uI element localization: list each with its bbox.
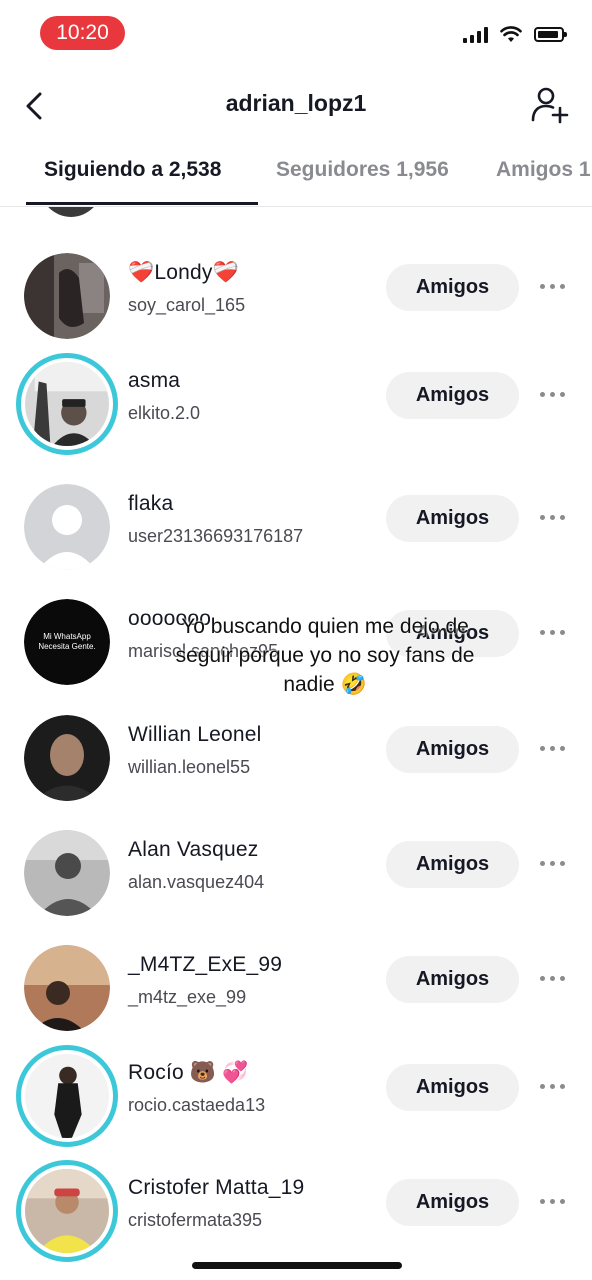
list-item[interactable]: asma elkito.2.0 Amigos	[0, 353, 592, 468]
tab-bar: Siguiendo a 2,538 Seguidores 1,956 Amigo…	[0, 150, 592, 207]
more-options-icon[interactable]	[540, 510, 570, 524]
display-name: flaka	[128, 492, 174, 515]
battery-icon	[534, 27, 567, 42]
list-item[interactable]: Cristofer Matta_19 cristofermata395 Amig…	[0, 1160, 592, 1275]
more-options-icon[interactable]	[540, 856, 570, 870]
friends-button[interactable]: Amigos	[386, 372, 519, 419]
display-name: Cristofer Matta_19	[128, 1176, 305, 1199]
display-name: asma	[128, 369, 181, 392]
avatar[interactable]	[16, 1160, 118, 1262]
more-options-icon[interactable]	[540, 1194, 570, 1208]
header: adrian_lopz1	[0, 70, 592, 140]
more-options-icon[interactable]	[540, 741, 570, 755]
avatar[interactable]	[24, 715, 110, 801]
list-item[interactable]: Willian Leonel willian.leonel55 Amigos	[0, 707, 592, 822]
username: elkito.2.0	[128, 403, 201, 423]
wifi-icon	[500, 26, 522, 42]
list-item[interactable]: ❤️‍🩹Londy❤️‍🩹 soy_carol_165 Amigos	[0, 245, 592, 360]
username: marisol.sanchez95	[128, 641, 279, 661]
tab-friends[interactable]: Amigos 1	[496, 158, 591, 182]
more-options-icon[interactable]	[540, 1079, 570, 1093]
list-item[interactable]: flaka user23136693176187 Amigos	[0, 476, 592, 591]
more-options-icon[interactable]	[540, 387, 570, 401]
username: _m4tz_exe_99	[128, 987, 247, 1007]
display-name: ❤️‍🩹Londy❤️‍🩹	[128, 261, 239, 284]
home-indicator	[192, 1262, 402, 1269]
list-item[interactable]: Alan Vasquez alan.vasquez404 Amigos	[0, 822, 592, 937]
username: user23136693176187	[128, 526, 304, 546]
username: soy_carol_165	[128, 295, 246, 315]
more-options-icon[interactable]	[540, 971, 570, 985]
friends-button[interactable]: Amigos	[386, 495, 519, 542]
friends-button[interactable]: Amigos	[386, 610, 519, 657]
display-name: Rocío 🐻 💞	[128, 1061, 249, 1084]
display-name: ooooooo	[128, 607, 212, 630]
avatar[interactable]	[24, 830, 110, 916]
username: alan.vasquez404	[128, 872, 265, 892]
avatar[interactable]	[24, 945, 110, 1031]
username: willian.leonel55	[128, 757, 251, 777]
page-title: adrian_lopz1	[225, 90, 367, 116]
display-name: Alan Vasquez	[128, 838, 259, 861]
add-user-icon[interactable]	[530, 86, 570, 124]
avatar[interactable]	[24, 484, 110, 570]
display-name: _M4TZ_ExE_99	[128, 953, 283, 976]
active-tab-indicator	[26, 202, 258, 205]
avatar[interactable]	[24, 253, 110, 339]
username: cristofermata395	[128, 1210, 263, 1230]
list-item[interactable]: _M4TZ_ExE_99 _m4tz_exe_99 Amigos	[0, 937, 592, 1052]
friends-button[interactable]: Amigos	[386, 956, 519, 1003]
avatar[interactable]	[16, 353, 118, 455]
more-options-icon[interactable]	[540, 625, 570, 639]
status-time: 10:20	[40, 16, 125, 50]
friends-button[interactable]: Amigos	[386, 841, 519, 888]
avatar[interactable]	[16, 1045, 118, 1147]
display-name: Willian Leonel	[128, 723, 262, 746]
friends-button[interactable]: Amigos	[386, 1179, 519, 1226]
more-options-icon[interactable]	[540, 279, 570, 293]
status-bar: 10:20	[0, 0, 592, 70]
cellular-signal-icon	[463, 26, 488, 43]
avatar-caption: Mi WhatsApp Necesita Gente.	[38, 632, 96, 651]
friends-button[interactable]: Amigos	[386, 726, 519, 773]
username: rocio.castaeda13	[128, 1095, 266, 1115]
list-item[interactable]: Rocío 🐻 💞 rocio.castaeda13 Amigos	[0, 1045, 592, 1160]
avatar[interactable]	[38, 207, 104, 217]
tab-following[interactable]: Siguiendo a 2,538	[44, 158, 221, 182]
tab-followers[interactable]: Seguidores 1,956	[276, 158, 449, 182]
avatar[interactable]: Mi WhatsApp Necesita Gente.	[24, 599, 110, 685]
list-item[interactable]: Mi WhatsApp Necesita Gente. ooooooo mari…	[0, 591, 592, 706]
status-icons	[463, 26, 567, 43]
friends-button[interactable]: Amigos	[386, 264, 519, 311]
friends-button[interactable]: Amigos	[386, 1064, 519, 1111]
following-list[interactable]: ❤️‍🩹Londy❤️‍🩹 soy_carol_165 Amigos asma …	[0, 207, 592, 1280]
